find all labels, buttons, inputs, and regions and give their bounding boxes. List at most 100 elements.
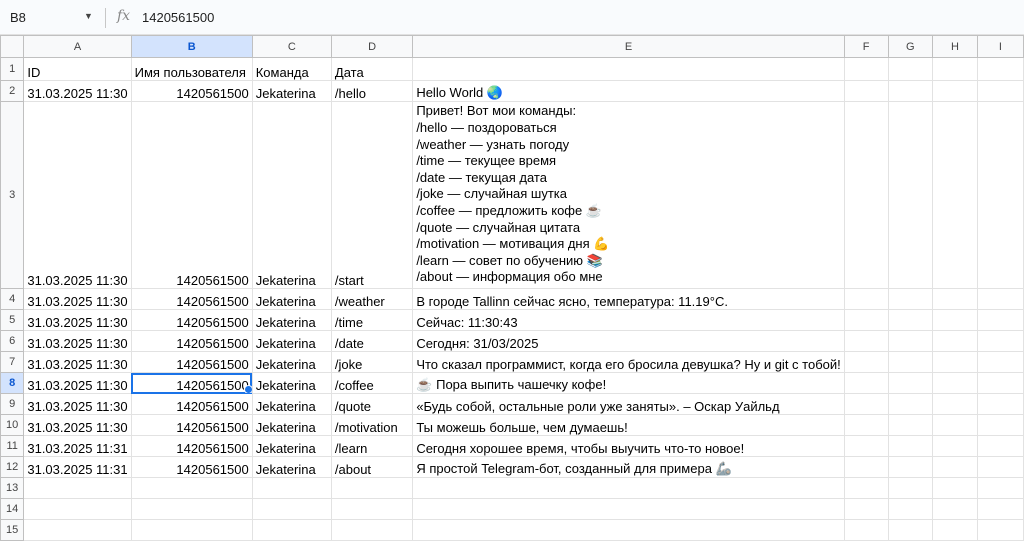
cell-empty[interactable]: [887, 393, 934, 415]
row-header[interactable]: 1: [0, 57, 25, 81]
cell-empty[interactable]: [932, 372, 978, 394]
cell-c[interactable]: Jekaterina: [251, 456, 332, 478]
cell-e[interactable]: В городе Tallinn сейчас ясно, температур…: [412, 288, 845, 310]
cell-empty[interactable]: [887, 519, 934, 541]
cell-a[interactable]: [23, 498, 132, 520]
formula-input[interactable]: 1420561500: [142, 10, 214, 25]
cell-empty[interactable]: [843, 435, 889, 457]
cell-a[interactable]: 31.03.2025 11:30: [23, 372, 132, 394]
cell-empty[interactable]: [976, 101, 1024, 289]
cell-c[interactable]: Jekaterina: [251, 372, 332, 394]
cell-empty[interactable]: [932, 519, 978, 541]
cell-empty[interactable]: [932, 330, 978, 352]
cell-c[interactable]: Jekaterina: [251, 330, 332, 352]
cell-empty[interactable]: [976, 80, 1024, 102]
cell-empty[interactable]: [887, 80, 934, 102]
cell-d[interactable]: [330, 519, 414, 541]
row-header[interactable]: 6: [0, 330, 25, 352]
cell-a[interactable]: ID: [23, 57, 132, 81]
cell-empty[interactable]: [887, 57, 934, 81]
cell-e[interactable]: Что сказал программист, когда его бросил…: [412, 351, 845, 373]
cell-a[interactable]: 31.03.2025 11:30: [23, 393, 132, 415]
row-header[interactable]: 4: [0, 288, 25, 310]
cell-a[interactable]: 31.03.2025 11:30: [23, 414, 132, 436]
cell-empty[interactable]: [887, 101, 934, 289]
cell-b[interactable]: 1420561500: [130, 351, 253, 373]
cell-d[interactable]: /joke: [330, 351, 414, 373]
cell-empty[interactable]: [976, 309, 1024, 331]
cell-c[interactable]: Команда: [251, 57, 332, 81]
cell-empty[interactable]: [932, 57, 978, 81]
cell-empty[interactable]: [887, 435, 934, 457]
cell-empty[interactable]: [887, 477, 934, 499]
cell-empty[interactable]: [887, 456, 934, 478]
cell-empty[interactable]: [843, 519, 889, 541]
fill-handle[interactable]: [243, 385, 252, 393]
row-header[interactable]: 12: [0, 456, 25, 478]
cell-a[interactable]: 31.03.2025 11:30: [23, 330, 132, 352]
cell-c[interactable]: Jekaterina: [251, 101, 332, 289]
column-header-a[interactable]: A: [23, 35, 132, 58]
cell-empty[interactable]: [887, 498, 934, 520]
cell-e[interactable]: Привет! Вот мои команды: /hello — поздор…: [412, 101, 845, 289]
cell-empty[interactable]: [843, 57, 889, 81]
cell-empty[interactable]: [887, 330, 934, 352]
column-header-f[interactable]: F: [843, 35, 889, 58]
cell-d[interactable]: /start: [330, 101, 414, 289]
cell-empty[interactable]: [843, 330, 889, 352]
cell-d[interactable]: /learn: [330, 435, 414, 457]
cell-empty[interactable]: [976, 57, 1024, 81]
cell-e[interactable]: Hello World 🌏: [412, 80, 845, 102]
cell-b[interactable]: 1420561500: [130, 435, 253, 457]
cell-a[interactable]: 31.03.2025 11:30: [23, 351, 132, 373]
cell-empty[interactable]: [932, 477, 978, 499]
cell-empty[interactable]: [932, 393, 978, 415]
row-header[interactable]: 11: [0, 435, 25, 457]
row-header[interactable]: 10: [0, 414, 25, 436]
cell-c[interactable]: [251, 498, 332, 520]
cell-e[interactable]: ☕ Пора выпить чашечку кофе!: [412, 372, 845, 394]
cell-c[interactable]: Jekaterina: [251, 309, 332, 331]
cell-a[interactable]: [23, 519, 132, 541]
column-header-i[interactable]: I: [976, 35, 1024, 58]
cell-empty[interactable]: [976, 477, 1024, 499]
cell-d[interactable]: /quote: [330, 393, 414, 415]
cell-e[interactable]: [412, 57, 845, 81]
cell-empty[interactable]: [843, 393, 889, 415]
cell-a[interactable]: 31.03.2025 11:31: [23, 456, 132, 478]
select-all-corner[interactable]: [0, 35, 25, 58]
cell-empty[interactable]: [976, 393, 1024, 415]
cell-empty[interactable]: [843, 101, 889, 289]
column-header-e[interactable]: E: [412, 35, 845, 58]
cell-c[interactable]: Jekaterina: [251, 435, 332, 457]
cell-empty[interactable]: [887, 351, 934, 373]
cell-b[interactable]: 1420561500: [130, 414, 253, 436]
chevron-down-icon[interactable]: ▼: [84, 11, 93, 21]
cell-empty[interactable]: [976, 435, 1024, 457]
cell-d[interactable]: [330, 477, 414, 499]
cell-empty[interactable]: [843, 372, 889, 394]
cell-empty[interactable]: [843, 80, 889, 102]
cell-c[interactable]: [251, 519, 332, 541]
cell-a[interactable]: [23, 477, 132, 499]
column-header-d[interactable]: D: [330, 35, 414, 58]
cell-e[interactable]: [412, 519, 845, 541]
column-header-c[interactable]: C: [251, 35, 332, 58]
cell-empty[interactable]: [843, 288, 889, 310]
cell-empty[interactable]: [843, 309, 889, 331]
cell-e[interactable]: «Будь собой, остальные роли уже заняты».…: [412, 393, 845, 415]
name-box[interactable]: B8: [10, 10, 26, 25]
row-header[interactable]: 15: [0, 519, 25, 541]
cell-b[interactable]: 1420561500: [130, 456, 253, 478]
cell-c[interactable]: Jekaterina: [251, 288, 332, 310]
column-header-b[interactable]: B: [130, 35, 253, 58]
row-header[interactable]: 9: [0, 393, 25, 415]
cell-c[interactable]: Jekaterina: [251, 393, 332, 415]
cell-empty[interactable]: [843, 414, 889, 436]
cell-c[interactable]: Jekaterina: [251, 80, 332, 102]
cell-b[interactable]: 1420561500: [130, 288, 253, 310]
cell-empty[interactable]: [843, 456, 889, 478]
cell-e[interactable]: Сегодня: 31/03/2025: [412, 330, 845, 352]
cell-e[interactable]: [412, 498, 845, 520]
cell-empty[interactable]: [932, 309, 978, 331]
